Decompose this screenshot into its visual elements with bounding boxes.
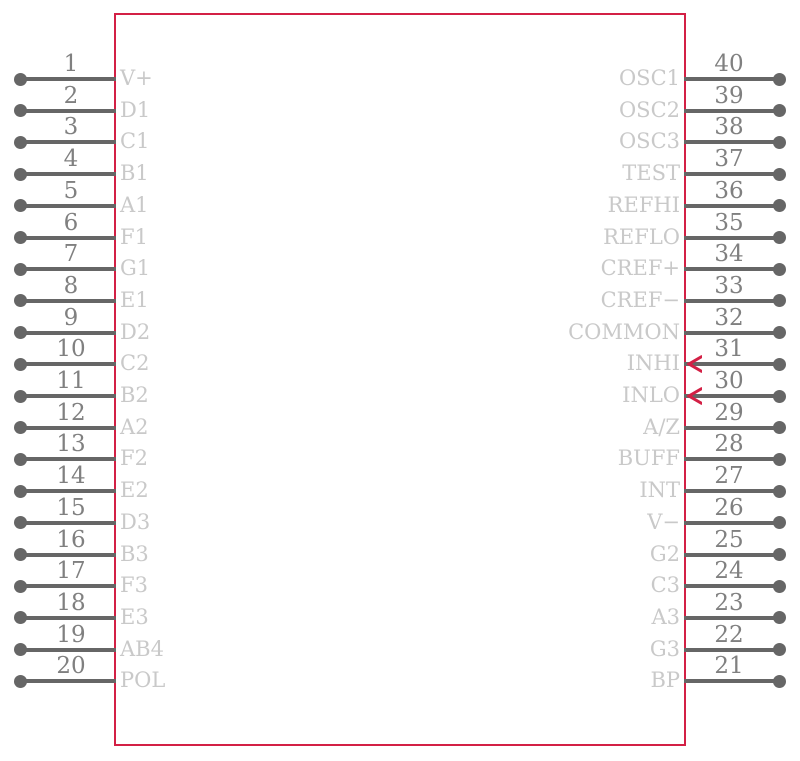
pin-terminal-dot[interactable] (773, 135, 786, 149)
pin-number-label: 32 (714, 304, 744, 331)
pin-terminal-dot[interactable] (773, 389, 786, 403)
pin-number-label: 33 (714, 272, 744, 299)
pin-wire (684, 108, 780, 113)
pin-wire (684, 489, 780, 494)
pin-wire (684, 584, 780, 589)
pin-terminal-dot[interactable] (773, 421, 786, 435)
pin-terminal-dot[interactable] (773, 452, 786, 466)
schematic-symbol-canvas: 1 V+ 2 D1 3 C1 4 B1 5 A1 6 F1 7 G1 8 E1 9 D2 10 C2 11 B2 12 A2 1… (0, 0, 800, 761)
pin-name-label: G3 (649, 636, 680, 661)
pin-name-label: REFLO (603, 224, 680, 249)
pin-terminal-dot[interactable] (773, 611, 786, 625)
pin-wire (684, 298, 780, 303)
pin-number-label: 29 (714, 399, 744, 426)
pin-number-label: 21 (714, 653, 744, 680)
pin-name-label: REFHI (607, 192, 680, 217)
pin-number-label: 23 (714, 589, 744, 616)
pin-number-label: 34 (714, 241, 744, 268)
pin-terminal-dot[interactable] (773, 484, 786, 498)
pin-number-label: 25 (714, 526, 744, 553)
pin-wire (684, 647, 780, 652)
pin-wire (684, 235, 780, 240)
pin-terminal-dot[interactable] (773, 294, 786, 308)
pin-wire (684, 457, 780, 462)
pin-name-label: C3 (650, 573, 680, 598)
pin-terminal-dot[interactable] (773, 357, 786, 371)
pin-name-label: COMMON (568, 319, 680, 344)
pin-wire (684, 203, 780, 208)
pin-terminal-dot[interactable] (773, 167, 786, 181)
pin-name-label: TEST (622, 161, 680, 186)
pin-wire (684, 330, 780, 335)
pin-number-label: 24 (714, 558, 744, 585)
pin-wire (684, 425, 780, 430)
pin-terminal-dot[interactable] (773, 262, 786, 276)
pin-name-label: BUFF (617, 446, 680, 471)
pin-name-label: OSC1 (618, 66, 680, 90)
pin-terminal-dot[interactable] (773, 72, 786, 86)
pin-name-label: OSC3 (618, 129, 680, 154)
pin-terminal-dot[interactable] (773, 326, 786, 340)
pin-number-label: 40 (714, 51, 744, 77)
pin-name-label: A/Z (643, 414, 680, 439)
pin-number-label: 26 (714, 494, 744, 521)
pin-number-label: 37 (714, 146, 744, 173)
pin-terminal-dot[interactable] (773, 579, 786, 593)
pin-wire (684, 77, 780, 81)
pin-name-label: V− (647, 509, 680, 534)
pin-wire (684, 520, 780, 525)
pin-terminal-dot[interactable] (773, 104, 786, 118)
pin-wire (684, 172, 780, 177)
pin-name-label: BP (650, 668, 680, 693)
pin-terminal-dot[interactable] (773, 231, 786, 244)
pin-wire (684, 552, 780, 557)
pin-terminal-dot[interactable] (773, 548, 786, 561)
pin-name-label: INT (639, 478, 680, 503)
pin-name-label: G2 (649, 541, 680, 566)
pin-name-label: A3 (651, 604, 680, 629)
pin-number-label: 27 (714, 463, 744, 490)
pin-terminal-dot[interactable] (773, 199, 786, 213)
pin-terminal-dot[interactable] (773, 516, 786, 530)
pin-number-label: 36 (714, 177, 744, 204)
pin-wire (684, 615, 780, 620)
pin-terminal-dot[interactable] (773, 674, 786, 688)
pin-wire (684, 267, 780, 272)
pin-wire (684, 140, 780, 145)
pin-number-label: 22 (714, 621, 744, 648)
pin-name-label: INLO (622, 383, 680, 407)
chip-body-outline (114, 13, 686, 746)
pin-number-label: 38 (714, 114, 744, 141)
pin-number-label: 35 (714, 209, 744, 236)
pin-wire (684, 679, 780, 684)
pin-name-label: INHI (626, 351, 680, 376)
pin-name-label: OSC2 (618, 97, 680, 122)
pin-number-label: 39 (714, 82, 744, 109)
pin-name-label: CREF+ (600, 256, 680, 281)
pin-number-label: 28 (714, 431, 744, 458)
pin-terminal-dot[interactable] (773, 643, 786, 657)
pin-name-label: CREF− (600, 287, 680, 312)
